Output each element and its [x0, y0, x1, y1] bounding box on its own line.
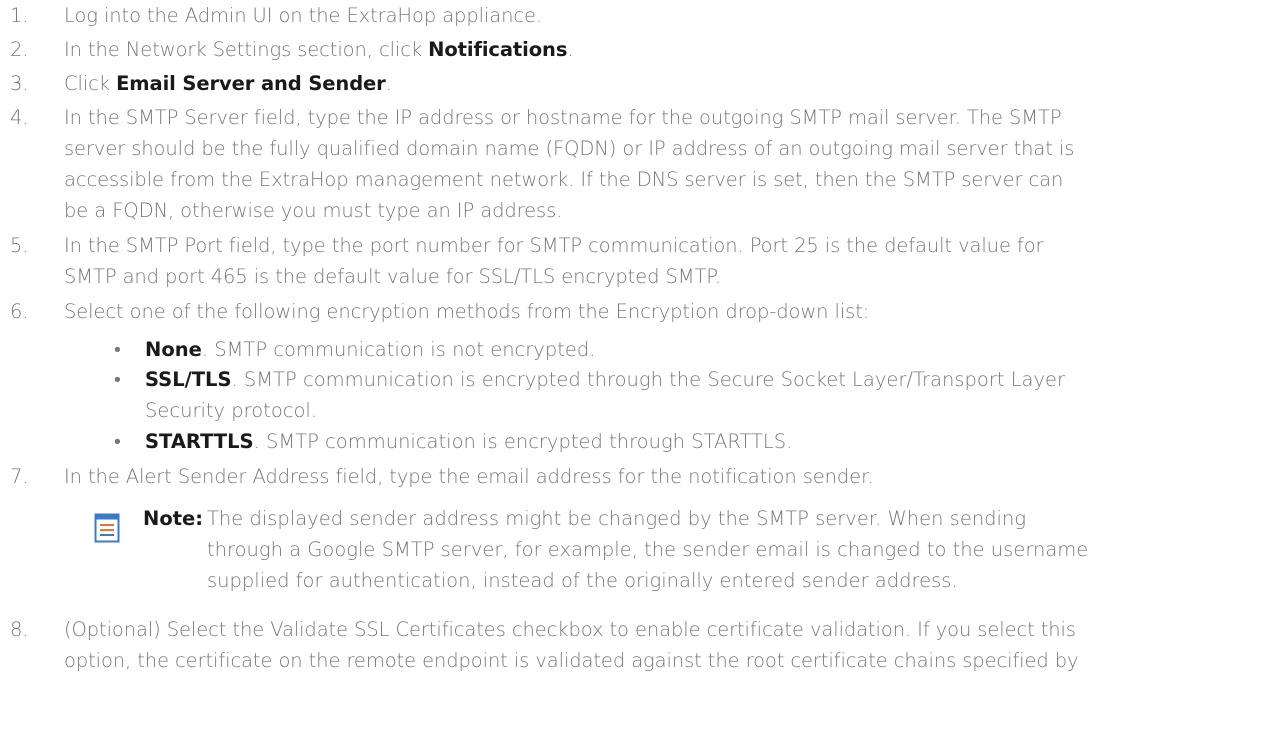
step-line: option, the certificate on the remote en…	[64, 649, 1079, 672]
document-page: 1. Log into the Admin UI on the ExtraHop…	[0, 0, 1270, 740]
bullet-dot: •	[114, 430, 121, 453]
step-line: Log into the Admin UI on the ExtraHop ap…	[64, 4, 542, 27]
step-line: Select one of the following encryption m…	[64, 300, 870, 323]
ui-term-email-server-and-sender: Email Server and Sender	[116, 72, 386, 95]
step-number: 3.	[10, 72, 29, 95]
step-text-prefix: Click	[64, 72, 117, 95]
step-line: SMTP and port 465 is the default value f…	[64, 265, 722, 288]
bullet-text: STARTTLS. SMTP communication is encrypte…	[145, 426, 1245, 457]
step-line: In the Alert Sender Address field, type …	[64, 465, 874, 488]
step-number: 4.	[10, 106, 29, 129]
step-number: 5.	[10, 234, 29, 257]
bullet-line: . SMTP communication is not encrypted.	[201, 338, 596, 361]
step-text: Log into the Admin UI on the ExtraHop ap…	[64, 0, 1264, 31]
step-number: 1.	[10, 4, 29, 27]
bullet-dot: •	[114, 338, 121, 361]
step-number: 6.	[10, 300, 29, 323]
step-line: be a FQDN, otherwise you must type an IP…	[64, 199, 563, 222]
step-text: In the Alert Sender Address field, type …	[64, 461, 1264, 492]
step-number: 8.	[10, 618, 29, 641]
step-text: Click Email Server and Sender.	[64, 68, 1264, 99]
ui-term-ssl-tls: SSL/TLS	[145, 368, 232, 391]
step-text: In the SMTP Port field, type the port nu…	[64, 230, 1264, 292]
bullet-line: SSL/TLS. SMTP communication is encrypted…	[145, 364, 1245, 395]
bullet-line-text: . SMTP communication is encrypted throug…	[231, 368, 1066, 391]
note-line: through a Google SMTP server, for exampl…	[207, 538, 1089, 561]
step-text: In the Network Settings section, click N…	[64, 34, 1264, 65]
step-line: server should be the fully qualified dom…	[64, 137, 1075, 160]
note-icon	[94, 513, 120, 543]
note-line: The displayed sender address might be ch…	[207, 507, 1027, 530]
step-number: 7.	[10, 465, 29, 488]
step-line: In the SMTP Server field, type the IP ad…	[64, 106, 1062, 129]
step-text: In the SMTP Server field, type the IP ad…	[64, 102, 1264, 226]
bullet-text: None. SMTP communication is not encrypte…	[145, 334, 1245, 365]
step-text: Select one of the following encryption m…	[64, 296, 1264, 327]
step-line: (Optional) Select the Validate SSL Certi…	[64, 618, 1076, 641]
note-label: Note:	[143, 507, 204, 530]
bullet-dot: •	[114, 368, 121, 391]
note-line: supplied for authentication, instead of …	[207, 569, 958, 592]
step-text-suffix: .	[385, 72, 392, 95]
step-line: accessible from the ExtraHop management …	[64, 168, 1064, 191]
step-line: In the SMTP Port field, type the port nu…	[64, 234, 1044, 257]
ui-term-none: None	[145, 338, 202, 361]
note-body: The displayed sender address might be ch…	[207, 503, 1267, 596]
step-number: 2.	[10, 38, 29, 61]
bullet-line: . SMTP communication is encrypted throug…	[253, 430, 793, 453]
step-text-suffix: .	[567, 38, 574, 61]
step-text-prefix: In the Network Settings section, click	[64, 38, 429, 61]
bullet-line: Security protocol.	[145, 399, 318, 422]
bullet-text: SSL/TLS. SMTP communication is encrypted…	[145, 364, 1245, 426]
ui-term-notifications: Notifications	[428, 38, 568, 61]
ui-term-starttls: STARTTLS	[145, 430, 254, 453]
step-text: (Optional) Select the Validate SSL Certi…	[64, 614, 1264, 676]
